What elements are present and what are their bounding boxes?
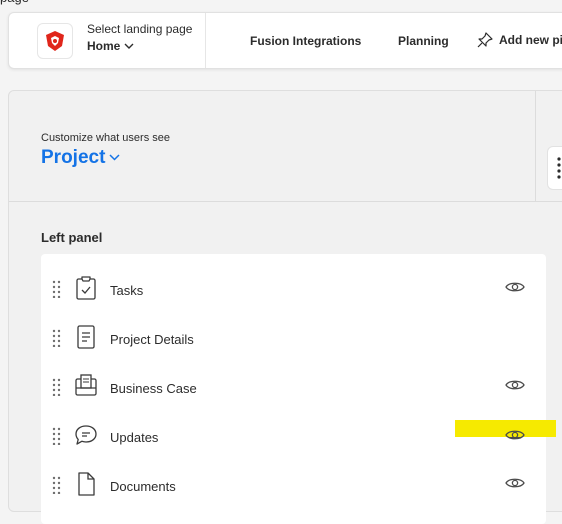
grip-card[interactable] <box>547 146 562 190</box>
briefcase-doc-icon <box>75 374 97 396</box>
pin-icon <box>477 32 493 48</box>
chevron-down-icon <box>124 43 134 49</box>
left-panel-list: Tasks Project Details Business Case Upda… <box>41 254 546 524</box>
object-type-select[interactable]: Project <box>41 147 120 169</box>
panel-horizontal-divider <box>9 201 562 202</box>
list-item-project-details[interactable]: Project Details <box>41 317 546 366</box>
section-title: Left panel <box>41 230 103 245</box>
drag-handle-icon[interactable] <box>52 378 61 396</box>
list-item-business-case[interactable]: Business Case <box>41 366 546 415</box>
customize-panel: Customize what users see Project Left pa… <box>8 90 562 524</box>
clipboard-check-icon <box>76 276 96 300</box>
landing-page-value: Home <box>87 39 121 53</box>
brand-logo-icon[interactable] <box>37 23 73 59</box>
drag-handle-icon[interactable] <box>52 329 61 347</box>
drag-handle-icon[interactable] <box>52 476 61 494</box>
list-item-tasks[interactable]: Tasks <box>41 268 546 317</box>
chevron-down-icon <box>109 154 120 161</box>
eye-icon[interactable] <box>505 476 525 490</box>
speech-bubble-icon <box>75 425 97 445</box>
nav-divider <box>205 13 206 68</box>
customize-label: Customize what users see <box>41 132 170 144</box>
list-item-label: Tasks <box>110 283 144 298</box>
eye-icon[interactable] <box>505 428 525 442</box>
document-lines-icon <box>77 325 95 349</box>
landing-page-select[interactable]: Home <box>87 39 134 53</box>
list-item-label: Documents <box>110 479 176 494</box>
list-item-label: Business Case <box>110 381 197 396</box>
drag-handle-icon <box>557 157 561 179</box>
panel-vertical-divider <box>535 91 536 201</box>
add-new-pin-button[interactable]: Add new pin <box>477 32 562 48</box>
drag-handle-icon[interactable] <box>52 427 61 445</box>
list-item-documents[interactable]: Documents <box>41 464 546 513</box>
list-item-label: Project Details <box>110 332 194 347</box>
list-item-label: Updates <box>110 430 159 445</box>
eye-icon[interactable] <box>505 378 525 392</box>
file-icon <box>78 472 95 496</box>
top-navigation-bar: Select landing page Home Fusion Integrat… <box>8 12 562 69</box>
landing-page-select-label: Select landing page <box>87 22 193 36</box>
object-type-value: Project <box>41 147 106 168</box>
eye-icon[interactable] <box>505 280 525 294</box>
nav-link-fusion-integrations[interactable]: Fusion Integrations <box>250 34 361 48</box>
add-new-pin-label: Add new pin <box>499 33 562 47</box>
nav-link-planning[interactable]: Planning <box>398 34 449 48</box>
drag-handle-icon[interactable] <box>52 280 61 298</box>
top-clipped-text: page <box>0 0 29 5</box>
